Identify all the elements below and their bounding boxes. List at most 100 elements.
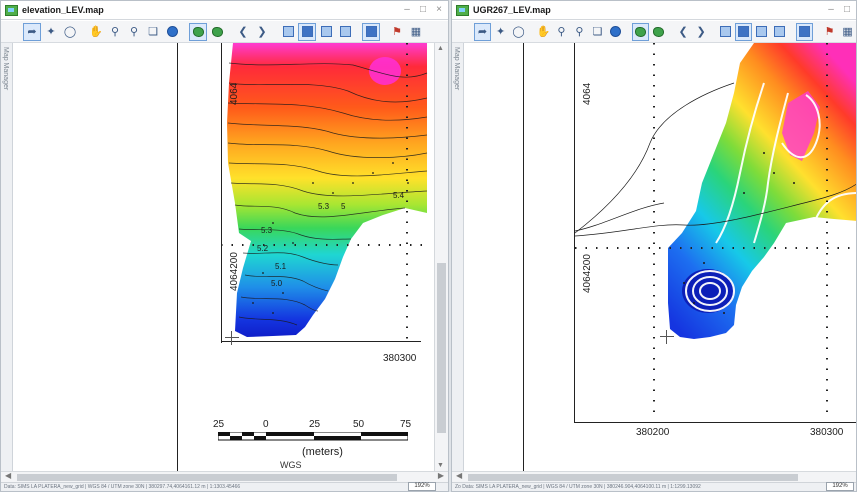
info-icon: ◯ [63, 26, 77, 38]
digitize-tool-button[interactable]: ✦ [492, 23, 509, 41]
y-axis-label-top: 4064 [229, 82, 240, 105]
extent-icon: ❏ [592, 26, 603, 38]
x-axis-label-left: 380200 [636, 427, 670, 438]
horizontal-scrollbar[interactable]: ◀ ▶ [1, 471, 448, 482]
view-button-1[interactable] [279, 23, 297, 41]
minimize-button[interactable]: – [826, 4, 836, 16]
globe-icon [609, 26, 621, 37]
zoom-rect-button[interactable]: ⚲ [106, 23, 124, 41]
map-manager-tab[interactable]: Map Manager [452, 43, 464, 471]
view-icon [282, 26, 294, 37]
back-button[interactable]: ❮ [234, 23, 252, 41]
scroll-right-icon[interactable]: ▶ [438, 471, 444, 480]
layout-button[interactable] [362, 22, 380, 41]
maximize-button[interactable]: □ [842, 4, 852, 16]
globe-icon [166, 26, 178, 37]
info-tool-button[interactable]: ◯ [61, 23, 79, 41]
window-titlebar[interactable]: UGR267_LEV.map – □ [452, 1, 856, 20]
zoom-select[interactable]: 192% [408, 482, 436, 491]
view-button-1[interactable] [717, 23, 734, 41]
zoom-in-button[interactable]: ⚲ [571, 23, 588, 41]
contour-label: 5.4 [393, 191, 405, 200]
scroll-left-icon[interactable]: ◀ [5, 471, 11, 480]
grid-button[interactable]: ▦ [407, 23, 425, 41]
view-button-3[interactable] [317, 23, 335, 41]
contour-label: 5.3 [318, 202, 330, 211]
view-icon [320, 26, 332, 37]
full-view-button[interactable] [607, 23, 624, 41]
scroll-thumb[interactable] [468, 474, 798, 481]
view-icon [720, 26, 732, 37]
scroll-down-icon[interactable]: ▼ [437, 462, 444, 469]
magnifier-icon: ⚲ [129, 26, 139, 38]
layout-icon [799, 26, 811, 37]
layer-icon [634, 26, 646, 37]
close-button[interactable]: × [434, 4, 444, 16]
map-canvas[interactable]: 4064 4064200 380200 380300 [464, 43, 856, 471]
horizontal-scrollbar[interactable]: ◀ [452, 471, 856, 482]
map-toolbar: ➦ ✦ ◯ ✋ ⚲ ⚲ ❏ ❮ ❯ ⚑ ▦ [452, 21, 856, 43]
view-button-2[interactable] [298, 22, 316, 41]
window-titlebar[interactable]: elevation_LEV.map – □ × [1, 1, 448, 20]
map-manager-tab[interactable]: Map Manager [1, 43, 13, 471]
zoom-in-button[interactable]: ⚲ [125, 23, 143, 41]
scroll-thumb[interactable] [437, 263, 446, 433]
forward-button[interactable]: ❯ [693, 23, 710, 41]
layer-button-2[interactable] [650, 23, 667, 41]
view-icon [339, 26, 351, 37]
digitize-tool-button[interactable]: ✦ [42, 23, 60, 41]
chevron-right-icon: ❯ [696, 26, 706, 38]
grid-icon: ▦ [410, 26, 422, 38]
zoom-rect-icon: ⚲ [557, 26, 566, 38]
y-axis-label-top: 4064 [582, 82, 593, 105]
zoom-extent-button[interactable]: ❏ [589, 23, 606, 41]
view-button-4[interactable] [336, 23, 354, 41]
map-window-ugr267: UGR267_LEV.map – □ ➦ ✦ ◯ ✋ ⚲ ⚲ ❏ ❮ ❯ ⚑ ▦… [451, 0, 857, 492]
full-view-button[interactable] [163, 23, 181, 41]
select-tool-button[interactable]: ➦ [23, 22, 41, 41]
map-window-elevation: elevation_LEV.map – □ × ➦ ✦ ◯ ✋ ⚲ ⚲ ❏ ❮ … [0, 0, 449, 492]
bookmark-icon: ⚑ [824, 26, 835, 38]
select-tool-button[interactable]: ➦ [474, 22, 492, 41]
grid-button[interactable]: ▦ [839, 23, 856, 41]
vertical-scrollbar[interactable]: ▲ ▼ [434, 43, 448, 471]
layer-button-1[interactable] [631, 22, 649, 41]
minimize-button[interactable]: – [402, 4, 412, 16]
maximize-button[interactable]: □ [418, 4, 428, 16]
bookmark-button[interactable]: ⚑ [821, 23, 838, 41]
back-button[interactable]: ❮ [675, 23, 692, 41]
pan-tool-button[interactable]: ✋ [535, 23, 552, 41]
forward-button[interactable]: ❯ [253, 23, 271, 41]
zoom-extent-button[interactable]: ❏ [144, 23, 162, 41]
layout-button[interactable] [796, 22, 814, 41]
info-tool-button[interactable]: ◯ [510, 23, 527, 41]
zoom-select[interactable]: 192% [826, 482, 854, 491]
map-document-icon [456, 4, 469, 16]
bookmark-button[interactable]: ⚑ [388, 23, 406, 41]
chevron-right-icon: ❯ [257, 26, 267, 38]
view-icon [301, 26, 313, 37]
status-bar: Data: SIMS LA PLATERA_new_grid | WGS 84 … [1, 482, 448, 491]
x-axis-label: 380300 [383, 353, 417, 364]
pan-tool-button[interactable]: ✋ [87, 23, 105, 41]
view-button-2[interactable] [735, 22, 753, 41]
scroll-up-icon[interactable]: ▲ [437, 45, 444, 52]
view-button-4[interactable] [771, 23, 788, 41]
scale-units: (meters) [302, 446, 343, 458]
hand-icon: ✋ [89, 26, 103, 38]
map-canvas[interactable]: 5.3 5 5.4 5.3 5.2 5.1 5.0 4064 4064200 3… [13, 43, 434, 491]
window-title: UGR267_LEV.map [473, 5, 551, 15]
zoom-rect-button[interactable]: ⚲ [553, 23, 570, 41]
view-button-3[interactable] [753, 23, 770, 41]
map-document-icon [5, 4, 18, 16]
layer-button-1[interactable] [189, 22, 207, 41]
magnifier-icon: ⚲ [575, 26, 584, 38]
scroll-thumb[interactable] [17, 474, 397, 481]
window-title: elevation_LEV.map [22, 5, 104, 15]
scroll-left-icon[interactable]: ◀ [456, 471, 462, 480]
contour-label: 5 [341, 202, 346, 211]
crosshair-marker [660, 330, 674, 344]
layer-button-2[interactable] [208, 23, 226, 41]
x-axis-label-right: 380300 [810, 427, 844, 438]
layout-icon [365, 26, 377, 37]
